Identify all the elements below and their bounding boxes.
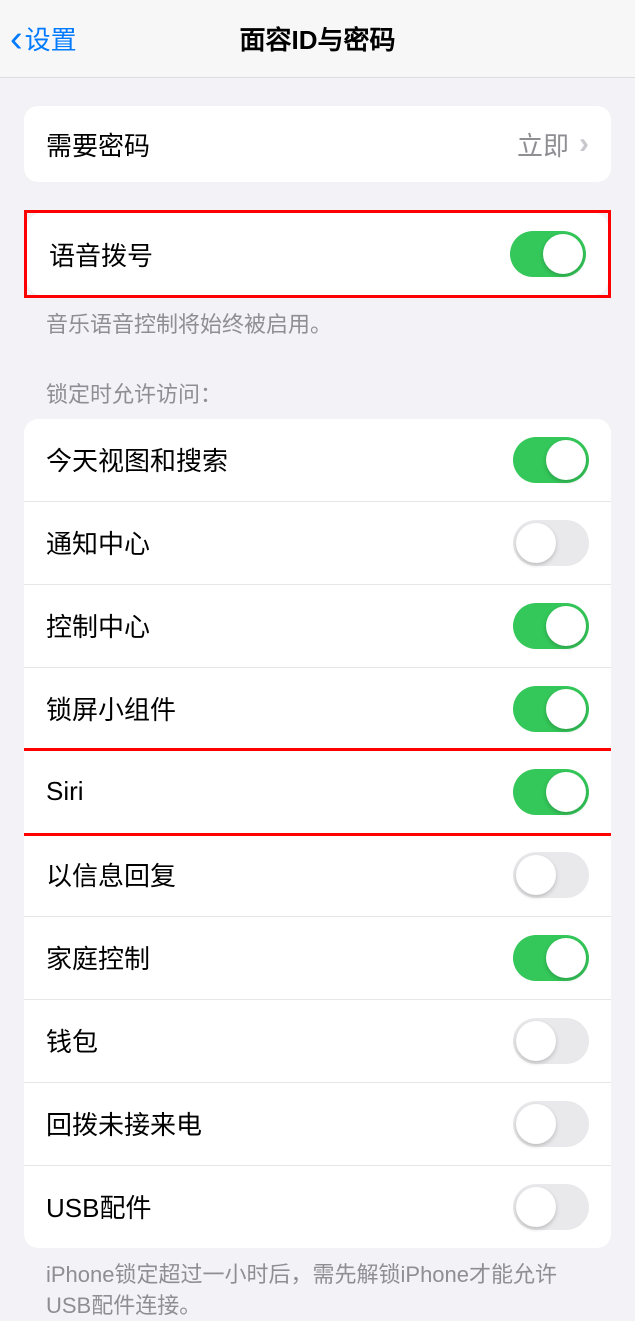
lock-access-label: 钱包 [46,1022,98,1059]
lock-access-toggle[interactable] [513,935,589,981]
toggle-knob [546,440,586,480]
lock-access-header: 锁定时允许访问： [24,341,611,419]
lock-access-label: 回拨未接来电 [46,1105,202,1142]
lock-access-label: 家庭控制 [46,939,150,976]
voice-dial-group: 语音拨号 [27,213,608,295]
require-passcode-row[interactable]: 需要密码 立即 › [24,106,611,182]
lock-access-row: 家庭控制 [24,917,611,1000]
toggle-knob [546,772,586,812]
lock-access-label: USB配件 [46,1188,151,1225]
chevron-right-icon: › [579,127,589,161]
lock-access-label: 以信息回复 [46,856,176,893]
toggle-knob [516,1187,556,1227]
back-label: 设置 [25,20,77,57]
toggle-knob [546,689,586,729]
lock-access-toggle[interactable] [513,1184,589,1230]
lock-access-label: 通知中心 [46,524,150,561]
lock-access-row: 锁屏小组件 [24,668,611,751]
lock-access-row: 以信息回复 [24,834,611,917]
voice-dial-footer: 音乐语音控制将始终被启用。 [24,298,611,341]
lock-access-toggle[interactable] [513,1101,589,1147]
lock-access-toggle[interactable] [513,686,589,732]
lock-access-label: 锁屏小组件 [46,690,176,727]
lock-access-toggle[interactable] [513,852,589,898]
lock-access-toggle[interactable] [513,437,589,483]
toggle-knob [543,234,583,274]
voice-dial-toggle[interactable] [510,231,586,277]
toggle-knob [516,855,556,895]
lock-access-group: 今天视图和搜索通知中心控制中心锁屏小组件 Siri 以信息回复家庭控制钱包回拨未接来… [24,419,611,1248]
toggle-knob [516,1021,556,1061]
toggle-knob [546,606,586,646]
lock-access-row: 控制中心 [24,585,611,668]
lock-access-label: Siri [46,776,84,807]
toggle-knob [516,1104,556,1144]
voice-dial-label: 语音拨号 [49,236,153,273]
lock-access-toggle[interactable] [513,520,589,566]
require-passcode-group: 需要密码 立即 › [24,106,611,182]
lock-access-row: 今天视图和搜索 [24,419,611,502]
lock-access-label: 今天视图和搜索 [46,441,228,478]
lock-access-toggle[interactable] [513,769,589,815]
voice-dial-highlight: 语音拨号 [24,210,611,298]
require-passcode-value: 立即 [517,126,569,163]
lock-access-row: 回拨未接来电 [24,1083,611,1166]
lock-access-row: USB配件 [24,1166,611,1248]
lock-access-toggle[interactable] [513,603,589,649]
lock-access-footer: iPhone锁定超过一小时后，需先解锁iPhone才能允许USB配件连接。 [24,1248,611,1321]
page-title: 面容ID与密码 [239,20,395,57]
nav-header: ‹ 设置 面容ID与密码 [0,0,635,78]
lock-access-row: 钱包 [24,1000,611,1083]
back-button[interactable]: ‹ 设置 [0,20,77,58]
toggle-knob [516,523,556,563]
lock-access-label: 控制中心 [46,607,150,644]
toggle-knob [546,938,586,978]
voice-dial-row: 语音拨号 [27,213,608,295]
require-passcode-label: 需要密码 [46,126,150,163]
lock-access-row: 通知中心 [24,502,611,585]
chevron-left-icon: ‹ [10,20,23,58]
lock-access-row: Siri [24,751,611,834]
lock-access-toggle[interactable] [513,1018,589,1064]
